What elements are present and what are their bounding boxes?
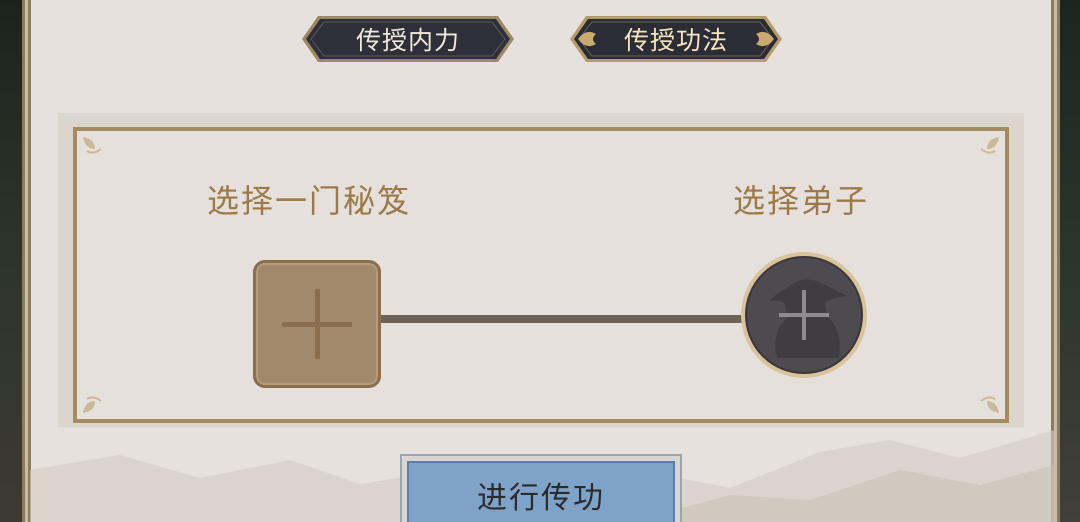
manual-slot-button[interactable] bbox=[253, 260, 381, 388]
corner-ornament-icon bbox=[980, 137, 999, 154]
corner-ornament-icon bbox=[83, 137, 102, 154]
tab-transfer-inner-power[interactable]: 传授内力 bbox=[300, 14, 516, 64]
tab-transfer-martial-arts[interactable]: 传授功法 bbox=[568, 14, 784, 64]
transfer-screen: 传授内力 传授功法 选择一门秘笈 选择弟子 进行传功 bbox=[0, 0, 1080, 522]
background-foliage-right bbox=[1060, 0, 1080, 522]
plus-icon bbox=[779, 290, 829, 340]
select-manual-label: 选择一门秘笈 bbox=[207, 182, 412, 220]
disciple-silhouette bbox=[745, 256, 863, 374]
plus-icon bbox=[282, 289, 352, 359]
corner-ornament-icon bbox=[83, 396, 102, 413]
disciple-slot-button[interactable] bbox=[741, 252, 867, 378]
transfer-button-face: 进行传功 bbox=[407, 461, 675, 522]
transfer-button[interactable]: 进行传功 bbox=[400, 454, 682, 522]
transfer-button-label: 进行传功 bbox=[477, 481, 605, 516]
connector-line bbox=[378, 315, 750, 323]
tab-label: 传授内力 bbox=[355, 26, 460, 55]
corner-ornament-icon bbox=[980, 396, 999, 413]
tab-label: 传授功法 bbox=[623, 26, 728, 55]
background-foliage-left bbox=[0, 0, 22, 522]
selection-frame bbox=[73, 127, 1009, 423]
select-disciple-label: 选择弟子 bbox=[733, 182, 870, 220]
